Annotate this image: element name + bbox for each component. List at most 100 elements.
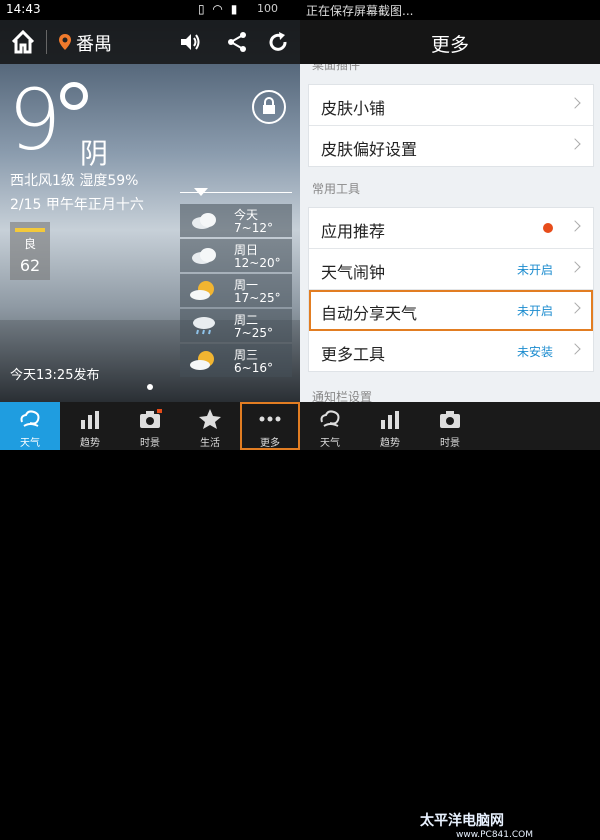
weather-icon xyxy=(320,410,340,427)
more-tools-item[interactable]: 更多工具 未安装 xyxy=(309,331,593,371)
date-lunar: 2/15 甲午年正月十六 xyxy=(10,197,144,213)
camera-icon xyxy=(440,411,460,428)
chevron-right-icon xyxy=(569,138,581,150)
weather-condition: 阴 xyxy=(80,137,109,170)
skin-card: 皮肤小铺 皮肤偏好设置 xyxy=(308,84,594,167)
row-status: 未安装 xyxy=(516,345,553,359)
tab-trend[interactable]: 趋势 xyxy=(60,402,120,450)
more-icon xyxy=(259,416,281,422)
forecast-list: 今天 7~12° 周日 12~20° 周一 17~25° 周二 7~25° 周三… xyxy=(180,204,292,379)
section-header-notification: 通知栏设置 xyxy=(312,390,373,402)
tab-life[interactable]: 生活 xyxy=(180,402,240,450)
cloudy-icon xyxy=(192,213,216,229)
forecast-temp: 6~16° xyxy=(234,361,273,375)
more-topbar: 更多 xyxy=(300,20,600,64)
tab-label: 时景 xyxy=(440,438,460,449)
skin-shop-item[interactable]: 皮肤小铺 xyxy=(309,85,593,126)
wind-humidity: 西北风1级 湿度59% xyxy=(10,173,139,189)
tab-scenery-right[interactable]: 时景 xyxy=(420,402,480,450)
location-pin-icon xyxy=(59,34,71,50)
tools-card: 应用推荐 天气闹钟 未开启 自动分享天气 未开启 更多工具 未安装 xyxy=(308,207,594,372)
weather-icon xyxy=(20,410,40,427)
tab-scenery[interactable]: 时景 xyxy=(120,402,180,450)
forecast-temp: 12~20° xyxy=(234,256,281,270)
camera-icon xyxy=(140,409,162,428)
forecast-temp: 7~12° xyxy=(234,221,273,235)
tab-label: 趋势 xyxy=(380,438,400,449)
rain-icon xyxy=(193,317,215,335)
row-label: 自动分享天气 xyxy=(321,304,418,323)
screenshot-notice: 正在保存屏幕截图... xyxy=(306,4,414,18)
chevron-right-icon xyxy=(569,220,581,232)
divider xyxy=(46,30,47,54)
aqi-color-bar xyxy=(15,228,45,232)
lock-icon[interactable] xyxy=(252,90,286,124)
watermark-url: www.PC841.COM xyxy=(456,830,534,840)
forecast-item[interactable]: 周三 6~16° xyxy=(180,344,292,377)
forecast-item[interactable]: 周二 7~25° xyxy=(180,309,292,342)
share-icon[interactable] xyxy=(225,30,249,54)
tab-label: 时景 xyxy=(140,438,160,449)
clock: 14:43 xyxy=(6,2,41,16)
forecast-item[interactable]: 今天 7~12° xyxy=(180,204,292,237)
tab-label: 趋势 xyxy=(80,438,100,449)
row-label: 天气闹钟 xyxy=(321,263,386,282)
speaker-icon[interactable] xyxy=(178,30,202,54)
page-title: 更多 xyxy=(430,34,469,56)
red-dot-badge xyxy=(543,223,553,233)
current-temperature: 9 xyxy=(8,71,62,169)
row-label: 应用推荐 xyxy=(321,222,386,241)
forecast-item[interactable]: 周一 17~25° xyxy=(180,274,292,307)
weather-topbar: 番禺 xyxy=(0,20,300,64)
watermark-logo: 太平洋电脑网 www.PC841.COM xyxy=(420,810,533,840)
city-name[interactable]: 番禺 xyxy=(76,30,112,56)
tab-weather[interactable]: 天气 xyxy=(0,402,60,450)
chevron-right-icon xyxy=(569,97,581,109)
home-icon[interactable] xyxy=(10,29,36,55)
cloudy-icon xyxy=(192,248,216,264)
section-header-tools: 常用工具 xyxy=(312,182,361,196)
tab-trend-right[interactable]: 趋势 xyxy=(360,402,420,450)
more-panel: 桌面插件 皮肤小铺 皮肤偏好设置 常用工具 应用推荐 天气闹钟 未开启 自动分享… xyxy=(300,20,600,402)
battery-level: 100 xyxy=(257,2,278,15)
refresh-icon[interactable] xyxy=(266,30,290,54)
tab-label: 天气 xyxy=(20,438,40,449)
weather-alarm-item[interactable]: 天气闹钟 未开启 xyxy=(309,249,593,290)
watermark-text: 太平洋电脑网 xyxy=(420,813,504,829)
signal-wifi-icons: ▯ ◠ ▮ xyxy=(198,2,240,16)
auto-share-weather-item[interactable]: 自动分享天气 未开启 xyxy=(309,290,593,331)
forecast-line xyxy=(180,192,292,199)
forecast-temp: 17~25° xyxy=(234,291,281,305)
chevron-right-icon xyxy=(569,261,581,273)
bottom-tab-bar: 天气 趋势 时景 生活 更多 天气 趋势 时景 太平洋电脑网 www.PC841… xyxy=(0,402,600,840)
tab-weather-right[interactable]: 天气 xyxy=(300,402,360,450)
chevron-right-icon xyxy=(569,343,581,355)
chevron-right-icon xyxy=(569,302,581,314)
aqi-badge[interactable]: 良 62 xyxy=(10,222,50,280)
forecast-temp: 7~25° xyxy=(234,326,273,340)
partly-sunny-icon xyxy=(190,281,214,300)
trend-icon xyxy=(81,411,99,429)
aqi-level: 良 xyxy=(23,237,36,251)
app-recommend-item[interactable]: 应用推荐 xyxy=(309,208,593,249)
row-status: 未开启 xyxy=(516,304,553,318)
publish-time: 今天13:25发布 xyxy=(10,368,100,383)
page-indicator xyxy=(147,384,153,390)
row-status: 未开启 xyxy=(516,263,553,277)
degree-symbol xyxy=(60,82,88,110)
status-bar: 14:43 ▯ ◠ ▮ 100 正在保存屏幕截图... xyxy=(0,0,600,20)
tab-label: 更多 xyxy=(260,438,280,449)
forecast-item[interactable]: 周日 12~20° xyxy=(180,239,292,272)
partly-sunny-icon xyxy=(190,351,214,370)
tab-label: 天气 xyxy=(320,438,340,449)
tab-more[interactable]: 更多 xyxy=(240,402,300,450)
weather-panel: 番禺 9 阴 西北风1级 湿度59% 2/15 甲午年正月十六 良 62 今天 … xyxy=(0,20,300,402)
aqi-value: 62 xyxy=(19,256,41,275)
row-label: 皮肤偏好设置 xyxy=(321,140,418,159)
trend-icon xyxy=(381,411,399,429)
skin-preference-item[interactable]: 皮肤偏好设置 xyxy=(309,126,593,166)
row-label: 更多工具 xyxy=(321,345,386,364)
row-label: 皮肤小铺 xyxy=(321,99,386,118)
tab-label: 生活 xyxy=(200,438,220,449)
star-icon xyxy=(199,409,221,429)
